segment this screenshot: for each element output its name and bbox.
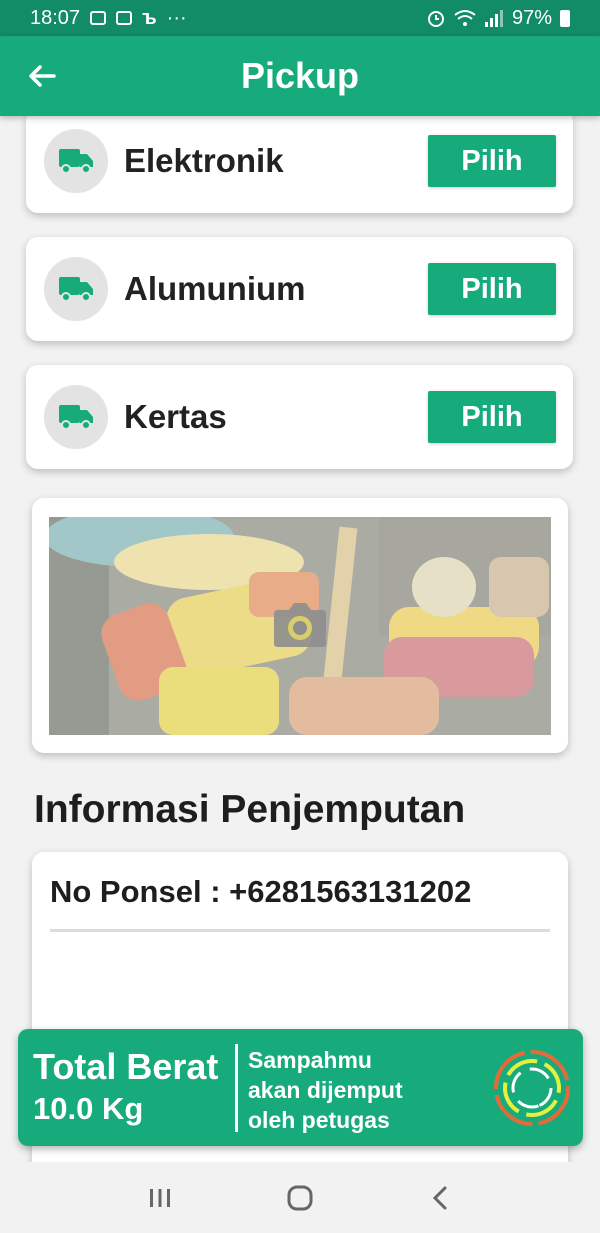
pilih-button-kertas[interactable]: Pilih bbox=[428, 391, 556, 443]
recent-apps-icon bbox=[150, 1188, 170, 1207]
more-notifications-indicator: ··· bbox=[166, 6, 187, 29]
content-scroll[interactable]: Elektronik Pilih Alumunium Pilih Kertas … bbox=[0, 116, 600, 1162]
app-bar: Pickup bbox=[0, 36, 600, 116]
phone-row: No Ponsel : +6281563131202 bbox=[50, 874, 471, 910]
battery-percent: 97% bbox=[511, 6, 552, 29]
section-title: Informasi Penjemputan bbox=[34, 788, 466, 831]
pickup-note-line: oleh petugas bbox=[248, 1107, 390, 1133]
app-notification-icon: ъ bbox=[142, 6, 157, 29]
divider bbox=[50, 929, 550, 932]
back-button[interactable] bbox=[22, 56, 62, 96]
recent-apps-button[interactable] bbox=[130, 1173, 190, 1223]
category-card-elektronik: Elektronik Pilih bbox=[26, 116, 573, 213]
pickup-note: Sampahmu akan dijemput oleh petugas bbox=[248, 1045, 468, 1133]
home-icon bbox=[287, 1185, 313, 1210]
phone-label: No Ponsel : bbox=[50, 874, 230, 909]
photo-upload-area[interactable] bbox=[49, 517, 551, 735]
total-weight-bar: Total Berat 10.0 Kg Sampahmu akan dijemp… bbox=[18, 1029, 583, 1146]
category-label: Alumunium bbox=[124, 270, 306, 307]
page-title: Pickup bbox=[240, 55, 360, 96]
status-time: 18:07 bbox=[30, 6, 81, 29]
loading-spinner-icon bbox=[494, 1050, 570, 1126]
camera-icon[interactable] bbox=[272, 600, 328, 648]
total-weight-value: 10.0 Kg bbox=[33, 1091, 144, 1126]
divider bbox=[235, 1044, 238, 1132]
system-back-button[interactable] bbox=[410, 1173, 470, 1223]
chevron-left-icon bbox=[432, 1186, 447, 1209]
pilih-button-alumunium[interactable]: Pilih bbox=[428, 263, 556, 315]
system-nav-bar bbox=[0, 1162, 600, 1233]
truck-icon bbox=[59, 149, 93, 174]
signal-icon bbox=[484, 10, 503, 27]
truck-icon bbox=[59, 277, 93, 302]
gallery-notification-icon bbox=[90, 11, 107, 25]
category-card-kertas: Kertas Pilih bbox=[26, 365, 573, 469]
truck-icon bbox=[59, 405, 93, 430]
arrow-left-icon bbox=[29, 65, 56, 87]
wifi-icon bbox=[454, 10, 476, 26]
home-button[interactable] bbox=[270, 1173, 330, 1223]
phone-value: +6281563131202 bbox=[229, 874, 472, 909]
category-avatar bbox=[44, 385, 108, 449]
alarm-icon bbox=[427, 11, 444, 27]
pilih-button-elektronik[interactable]: Pilih bbox=[428, 135, 556, 187]
pickup-note-line: Sampahmu bbox=[248, 1047, 372, 1073]
category-avatar bbox=[44, 129, 108, 193]
category-label: Elektronik bbox=[124, 142, 284, 179]
battery-icon bbox=[560, 9, 570, 27]
category-avatar bbox=[44, 257, 108, 321]
status-bar: 18:07 ъ ··· 97% bbox=[0, 0, 600, 36]
category-label: Kertas bbox=[124, 398, 227, 435]
pickup-note-line: akan dijemput bbox=[248, 1077, 403, 1103]
category-card-alumunium: Alumunium Pilih bbox=[26, 237, 573, 341]
message-notification-icon bbox=[116, 11, 133, 25]
total-weight-label: Total Berat bbox=[33, 1046, 219, 1087]
photo-card bbox=[32, 498, 568, 753]
